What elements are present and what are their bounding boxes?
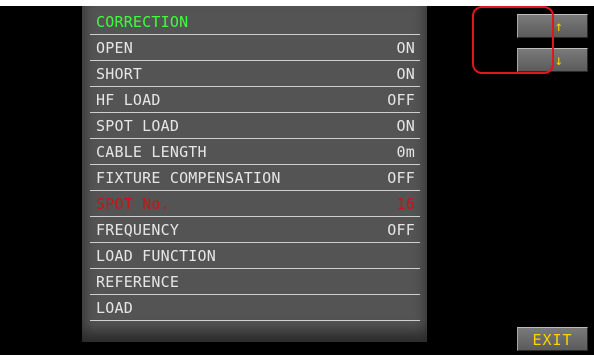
menu-row-label: OPEN bbox=[96, 39, 133, 57]
menu-row-value: 0m bbox=[396, 143, 415, 161]
menu-row-value: ON bbox=[396, 65, 415, 83]
highlight-box bbox=[472, 6, 554, 74]
menu-row-frequency[interactable]: FREQUENCY OFF bbox=[90, 218, 420, 243]
divider bbox=[90, 34, 420, 35]
menu-row-spot-no[interactable]: SPOT No. 16 bbox=[90, 192, 420, 217]
menu-row-spot-load[interactable]: SPOT LOAD ON bbox=[90, 114, 420, 139]
menu-row-label: SHORT bbox=[96, 65, 143, 83]
divider bbox=[90, 242, 420, 243]
divider bbox=[90, 112, 420, 113]
menu-row-reference[interactable]: REFERENCE bbox=[90, 270, 420, 295]
menu-row-label: LOAD bbox=[96, 299, 133, 317]
divider bbox=[90, 138, 420, 139]
menu-row-open[interactable]: OPEN ON bbox=[90, 36, 420, 61]
menu-row-fixture-compensation[interactable]: FIXTURE COMPENSATION OFF bbox=[90, 166, 420, 191]
exit-button-label: EXIT bbox=[532, 331, 573, 349]
menu-row-value: ON bbox=[396, 117, 415, 135]
menu-row-value: ON bbox=[396, 39, 415, 57]
menu-row-cable-length[interactable]: CABLE LENGTH 0m bbox=[90, 140, 420, 165]
menu-row-value: OFF bbox=[387, 221, 415, 239]
divider bbox=[90, 320, 420, 321]
menu-row-hf-load[interactable]: HF LOAD OFF bbox=[90, 88, 420, 113]
menu-title-label: CORRECTION bbox=[96, 13, 189, 31]
menu-row-short[interactable]: SHORT ON bbox=[90, 62, 420, 87]
arrow-up-icon: ↑ bbox=[554, 19, 563, 35]
divider bbox=[90, 164, 420, 165]
menu-row-label: SPOT LOAD bbox=[96, 117, 180, 135]
divider bbox=[90, 268, 420, 269]
menu-row-load-function[interactable]: LOAD FUNCTION bbox=[90, 244, 420, 269]
divider bbox=[90, 60, 420, 61]
correction-menu-panel: CORRECTION OPEN ON SHORT ON HF LOAD OFF … bbox=[82, 6, 427, 342]
menu-row-value: OFF bbox=[387, 169, 415, 187]
divider bbox=[90, 86, 420, 87]
menu-row-label: CABLE LENGTH bbox=[96, 143, 207, 161]
menu-row-label: SPOT No. bbox=[96, 195, 170, 213]
menu-row-value: OFF bbox=[387, 91, 415, 109]
arrow-down-icon: ↓ bbox=[554, 53, 563, 69]
menu-row-label: REFERENCE bbox=[96, 273, 180, 291]
divider bbox=[90, 216, 420, 217]
menu-row-value: 16 bbox=[396, 195, 415, 213]
menu-row-load[interactable]: LOAD bbox=[90, 296, 420, 321]
divider bbox=[90, 294, 420, 295]
menu-title: CORRECTION bbox=[90, 10, 420, 35]
exit-button[interactable]: EXIT bbox=[517, 327, 588, 351]
divider bbox=[90, 190, 420, 191]
menu-row-label: FIXTURE COMPENSATION bbox=[96, 169, 281, 187]
menu-row-label: HF LOAD bbox=[96, 91, 161, 109]
menu-row-label: LOAD FUNCTION bbox=[96, 247, 216, 265]
menu-row-label: FREQUENCY bbox=[96, 221, 180, 239]
